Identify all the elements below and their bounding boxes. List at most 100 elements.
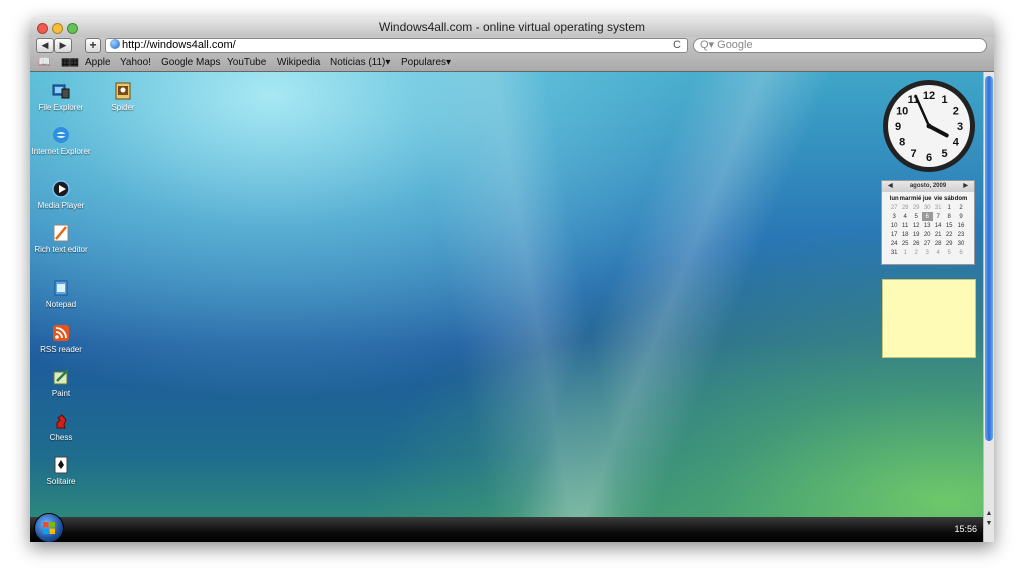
clock-number: 5 xyxy=(941,148,947,160)
calendar-day[interactable]: 26 xyxy=(911,239,922,248)
weekday-label: dom xyxy=(954,195,968,202)
calendar-day[interactable]: 31 xyxy=(933,203,944,212)
scroll-up-arrow[interactable]: ▲ xyxy=(984,510,994,517)
bookmark-youtube[interactable]: YouTube xyxy=(227,55,266,71)
desktop-icon-internet-explorer[interactable]: Internet Explorer xyxy=(30,125,92,157)
desktop-icon-notepad[interactable]: Notepad xyxy=(30,278,92,310)
calendar-day[interactable]: 31 xyxy=(889,248,900,257)
clock-number: 3 xyxy=(957,121,963,133)
calendar-day[interactable]: 30 xyxy=(922,203,933,212)
calendar-day[interactable]: 10 xyxy=(889,221,900,230)
calendar-day[interactable]: 30 xyxy=(955,239,968,248)
desktop-icon-spider[interactable]: Spider xyxy=(92,81,154,113)
calendar-day[interactable]: 5 xyxy=(911,212,922,221)
calendar-day[interactable]: 9 xyxy=(955,212,968,221)
taskbar-clock[interactable]: 15:56 xyxy=(954,524,977,534)
sticky-note-gadget[interactable] xyxy=(882,279,976,358)
calendar-day[interactable]: 1 xyxy=(900,248,911,257)
desktop[interactable]: File Explorer Spider Internet Explorer M… xyxy=(30,72,994,524)
search-field[interactable]: Q▾ Google xyxy=(693,38,987,53)
calendar-day[interactable]: 27 xyxy=(922,239,933,248)
calendar-day[interactable]: 29 xyxy=(944,239,955,248)
scroll-down-arrow[interactable]: ▼ xyxy=(984,520,994,527)
book-icon[interactable]: 📖 xyxy=(38,55,50,71)
grid-icon[interactable]: ▦▦ xyxy=(61,55,79,71)
calendar-day[interactable]: 18 xyxy=(900,230,911,239)
clock-gadget[interactable]: 12 1234567891011 xyxy=(881,78,977,174)
calendar-day[interactable]: 24 xyxy=(889,239,900,248)
weekday-label: vie xyxy=(934,195,943,202)
calendar-day[interactable]: 8 xyxy=(944,212,955,221)
bookmark-wikipedia[interactable]: Wikipedia xyxy=(277,55,320,71)
calendar-day[interactable]: 20 xyxy=(922,230,933,239)
weekday-label: jue xyxy=(922,195,932,202)
bookmark-yahoo[interactable]: Yahoo! xyxy=(120,55,151,71)
start-button[interactable] xyxy=(34,513,64,542)
file-explorer-icon xyxy=(52,84,70,99)
calendar-day[interactable]: 22 xyxy=(944,230,955,239)
calendar-day[interactable]: 4 xyxy=(900,212,911,221)
desktop-icon-paint[interactable]: Paint xyxy=(30,367,92,399)
calendar-header: ◀ agosto, 2009 ▶ xyxy=(882,181,974,192)
calendar-day[interactable]: 29 xyxy=(911,203,922,212)
calendar-day[interactable]: 14 xyxy=(933,221,944,230)
calendar-day[interactable]: 16 xyxy=(955,221,968,230)
calendar-day[interactable]: 2 xyxy=(911,248,922,257)
calendar-next-button[interactable]: ▶ xyxy=(963,181,968,192)
calendar-day[interactable]: 1 xyxy=(944,203,955,212)
calendar-day[interactable]: 13 xyxy=(922,221,933,230)
calendar-day[interactable]: 21 xyxy=(933,230,944,239)
calendar-day[interactable]: 4 xyxy=(933,248,944,257)
calendar-day[interactable]: 28 xyxy=(900,203,911,212)
bookmarks-bar: 📖 ▦▦ Apple Yahoo! Google Maps YouTube Wi… xyxy=(30,55,994,72)
desktop-icon-rich-text-editor[interactable]: Rich text editor xyxy=(30,223,92,255)
reload-button[interactable]: C xyxy=(673,39,681,52)
calendar-day[interactable]: 12 xyxy=(911,221,922,230)
weekday-label: lun xyxy=(889,195,899,202)
calendar-day[interactable]: 7 xyxy=(933,212,944,221)
calendar-day[interactable]: 27 xyxy=(889,203,900,212)
back-button[interactable]: ◀ xyxy=(36,38,54,53)
calendar-day[interactable]: 17 xyxy=(889,230,900,239)
scrollbar-thumb[interactable] xyxy=(985,76,993,441)
calendar-day[interactable]: 28 xyxy=(933,239,944,248)
calendar-day[interactable]: 15 xyxy=(944,221,955,230)
globe-icon xyxy=(110,39,120,49)
icon-label: Media Player xyxy=(37,201,85,210)
desktop-icon-solitaire[interactable]: Solitaire xyxy=(30,455,92,487)
calendar-day[interactable]: 19 xyxy=(911,230,922,239)
windows-logo-icon xyxy=(43,522,55,534)
desktop-icon-rss-reader[interactable]: RSS reader xyxy=(30,323,92,355)
calendar-day[interactable]: 2 xyxy=(955,203,968,212)
minimize-button[interactable] xyxy=(52,23,63,34)
add-bookmark-button[interactable]: + xyxy=(85,38,101,53)
desktop-icon-chess[interactable]: Chess xyxy=(30,411,92,443)
bookmark-noticias[interactable]: Noticias (11)▾ xyxy=(330,55,390,71)
weekday-label: sáb xyxy=(944,195,955,202)
bookmark-apple[interactable]: Apple xyxy=(85,55,111,71)
zoom-button[interactable] xyxy=(67,23,78,34)
calendar-day[interactable]: 23 xyxy=(955,230,968,239)
calendar-prev-button[interactable]: ◀ xyxy=(888,181,893,192)
calendar-day-today[interactable]: 6 xyxy=(921,212,933,221)
desktop-icon-file-explorer[interactable]: File Explorer xyxy=(30,81,92,113)
close-button[interactable] xyxy=(37,23,48,34)
calendar-day[interactable]: 5 xyxy=(944,248,955,257)
address-bar[interactable]: http://windows4all.com/ C xyxy=(105,38,688,53)
calendar-day[interactable]: 3 xyxy=(922,248,933,257)
calendar-day[interactable]: 25 xyxy=(900,239,911,248)
title-bar[interactable]: Windows4all.com - online virtual operati… xyxy=(30,17,994,37)
bookmark-populares[interactable]: Populares▾ xyxy=(401,55,451,71)
clock-number: 1 xyxy=(941,94,947,106)
calendar-day[interactable]: 11 xyxy=(900,221,911,230)
clock-number: 7 xyxy=(910,148,916,160)
calendar-day[interactable]: 6 xyxy=(955,248,968,257)
notepad-icon xyxy=(54,280,68,296)
weekday-label: mar xyxy=(899,195,911,202)
chess-icon xyxy=(56,414,67,429)
calendar-day[interactable]: 3 xyxy=(889,212,900,221)
forward-button[interactable]: ▶ xyxy=(54,38,72,53)
bookmark-google-maps[interactable]: Google Maps xyxy=(161,55,220,71)
desktop-icon-media-player[interactable]: Media Player xyxy=(30,179,92,211)
vertical-scrollbar[interactable]: ▲ ▼ xyxy=(983,72,994,542)
